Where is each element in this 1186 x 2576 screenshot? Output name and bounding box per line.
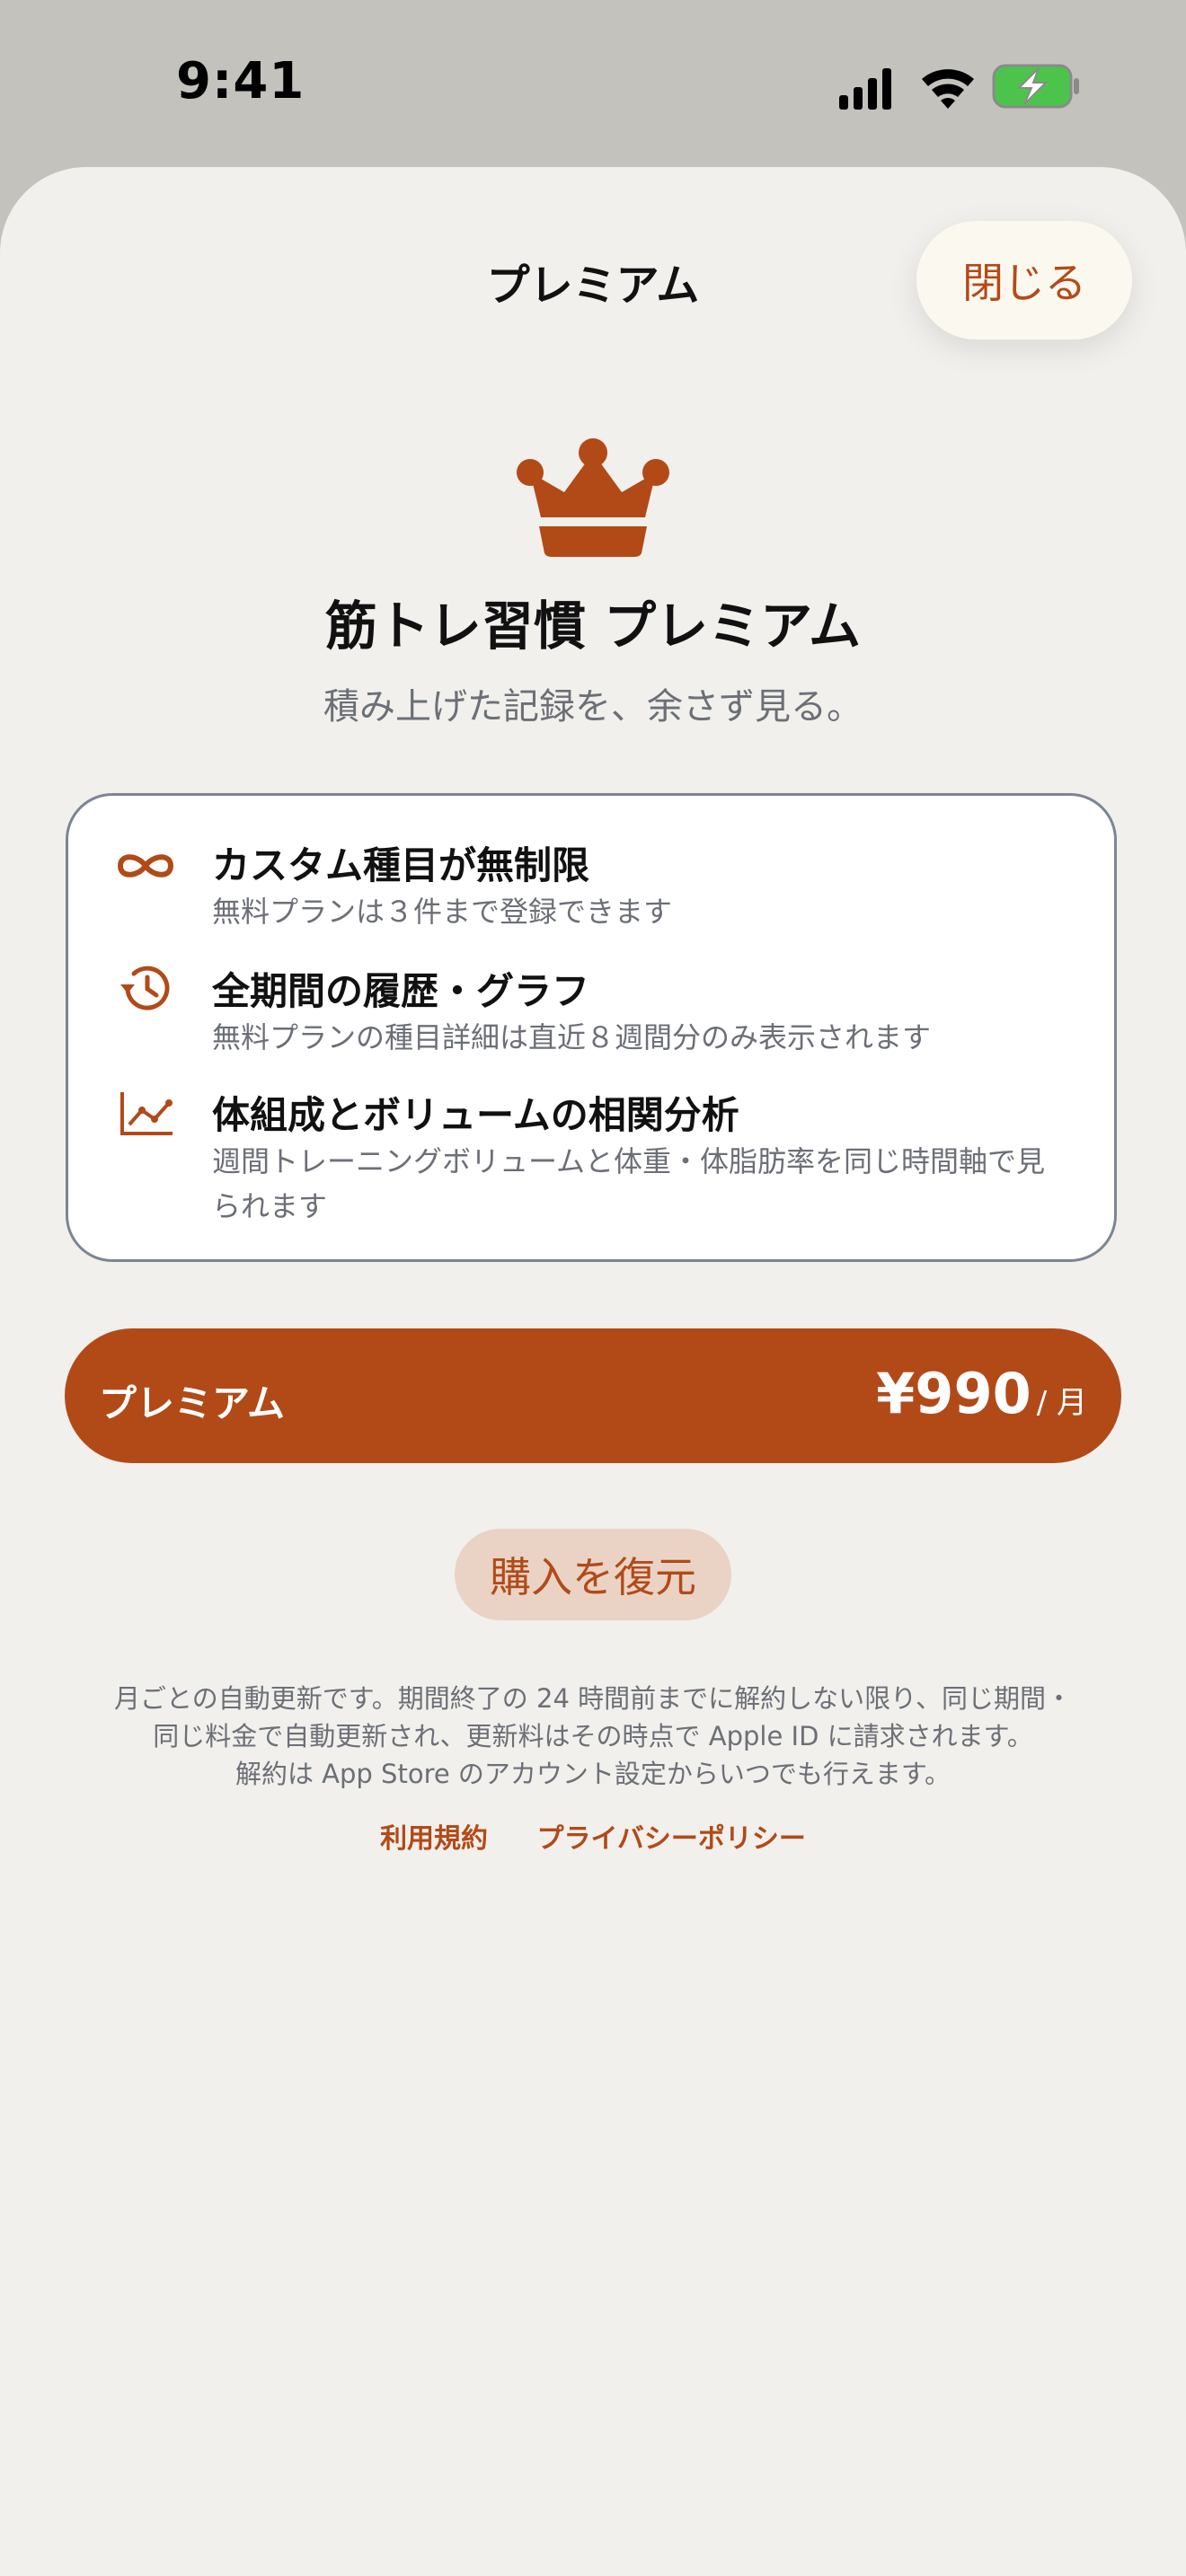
infinity-icon bbox=[117, 854, 174, 878]
feature-desc: 無料プランの種目詳細は直近８週間分のみ表示されます bbox=[212, 1020, 932, 1054]
legal-line: 解約は App Store のアカウント設定からいつでも行えます。 bbox=[235, 1759, 951, 1789]
app-title: 筋トレ習慣 プレミアム bbox=[324, 595, 862, 657]
plan-name: プレミアム bbox=[99, 1381, 286, 1425]
features-card: カスタム種目が無制限 無料プランは３件まで登録できます 全期間の履歴・グラフ 無… bbox=[66, 793, 1117, 1262]
subscription-legal-text: 月ごとの自動更新です。期間終了の 24 時間前までに解約しない限り、同じ期間・ … bbox=[63, 1680, 1123, 1793]
privacy-policy-link[interactable]: プライバシーポリシー bbox=[537, 1823, 806, 1855]
legal-line: 同じ料金で自動更新され、更新料はその時点で Apple ID に請求されます。 bbox=[153, 1721, 1033, 1751]
plan-amount: ¥990 bbox=[876, 1361, 1031, 1426]
legal-links: 利用規約 プライバシーポリシー bbox=[0, 1816, 1186, 1856]
restore-purchase-button[interactable]: 購入を復元 bbox=[455, 1529, 731, 1620]
crown-icon bbox=[517, 438, 669, 557]
feature-title: カスタム種目が無制限 bbox=[212, 843, 590, 887]
feature-title: 体組成とボリュームの相関分析 bbox=[212, 1093, 739, 1137]
history-icon bbox=[120, 966, 170, 1010]
app-subtitle: 積み上げた記録を、余さず見る。 bbox=[323, 686, 863, 728]
legal-line: 月ごとの自動更新です。期間終了の 24 時間前までに解約しない限り、同じ期間・ bbox=[114, 1683, 1072, 1714]
status-icons bbox=[839, 64, 1079, 110]
feature-desc: 無料プランは３件まで登録できます bbox=[212, 895, 673, 929]
status-time: 9:41 bbox=[176, 52, 305, 110]
premium-plan-button[interactable]: プレミアム ¥990/ 月 bbox=[65, 1328, 1121, 1463]
status-bar: 9:41 bbox=[0, 0, 1186, 167]
wifi-icon bbox=[922, 69, 974, 109]
signal-icon bbox=[839, 68, 891, 110]
plan-price: ¥990/ 月 bbox=[876, 1361, 1087, 1426]
feature-desc: 週間トレーニングボリュームと体重・体脂肪率を同じ時間軸で見られます bbox=[212, 1144, 1046, 1223]
close-button[interactable]: 閉じる bbox=[916, 221, 1132, 340]
feature-title: 全期間の履歴・グラフ bbox=[212, 969, 590, 1013]
chart-line-icon bbox=[120, 1092, 173, 1135]
battery-charging-icon bbox=[992, 64, 1079, 109]
terms-link[interactable]: 利用規約 bbox=[380, 1823, 488, 1855]
plan-period: / 月 bbox=[1036, 1385, 1087, 1421]
